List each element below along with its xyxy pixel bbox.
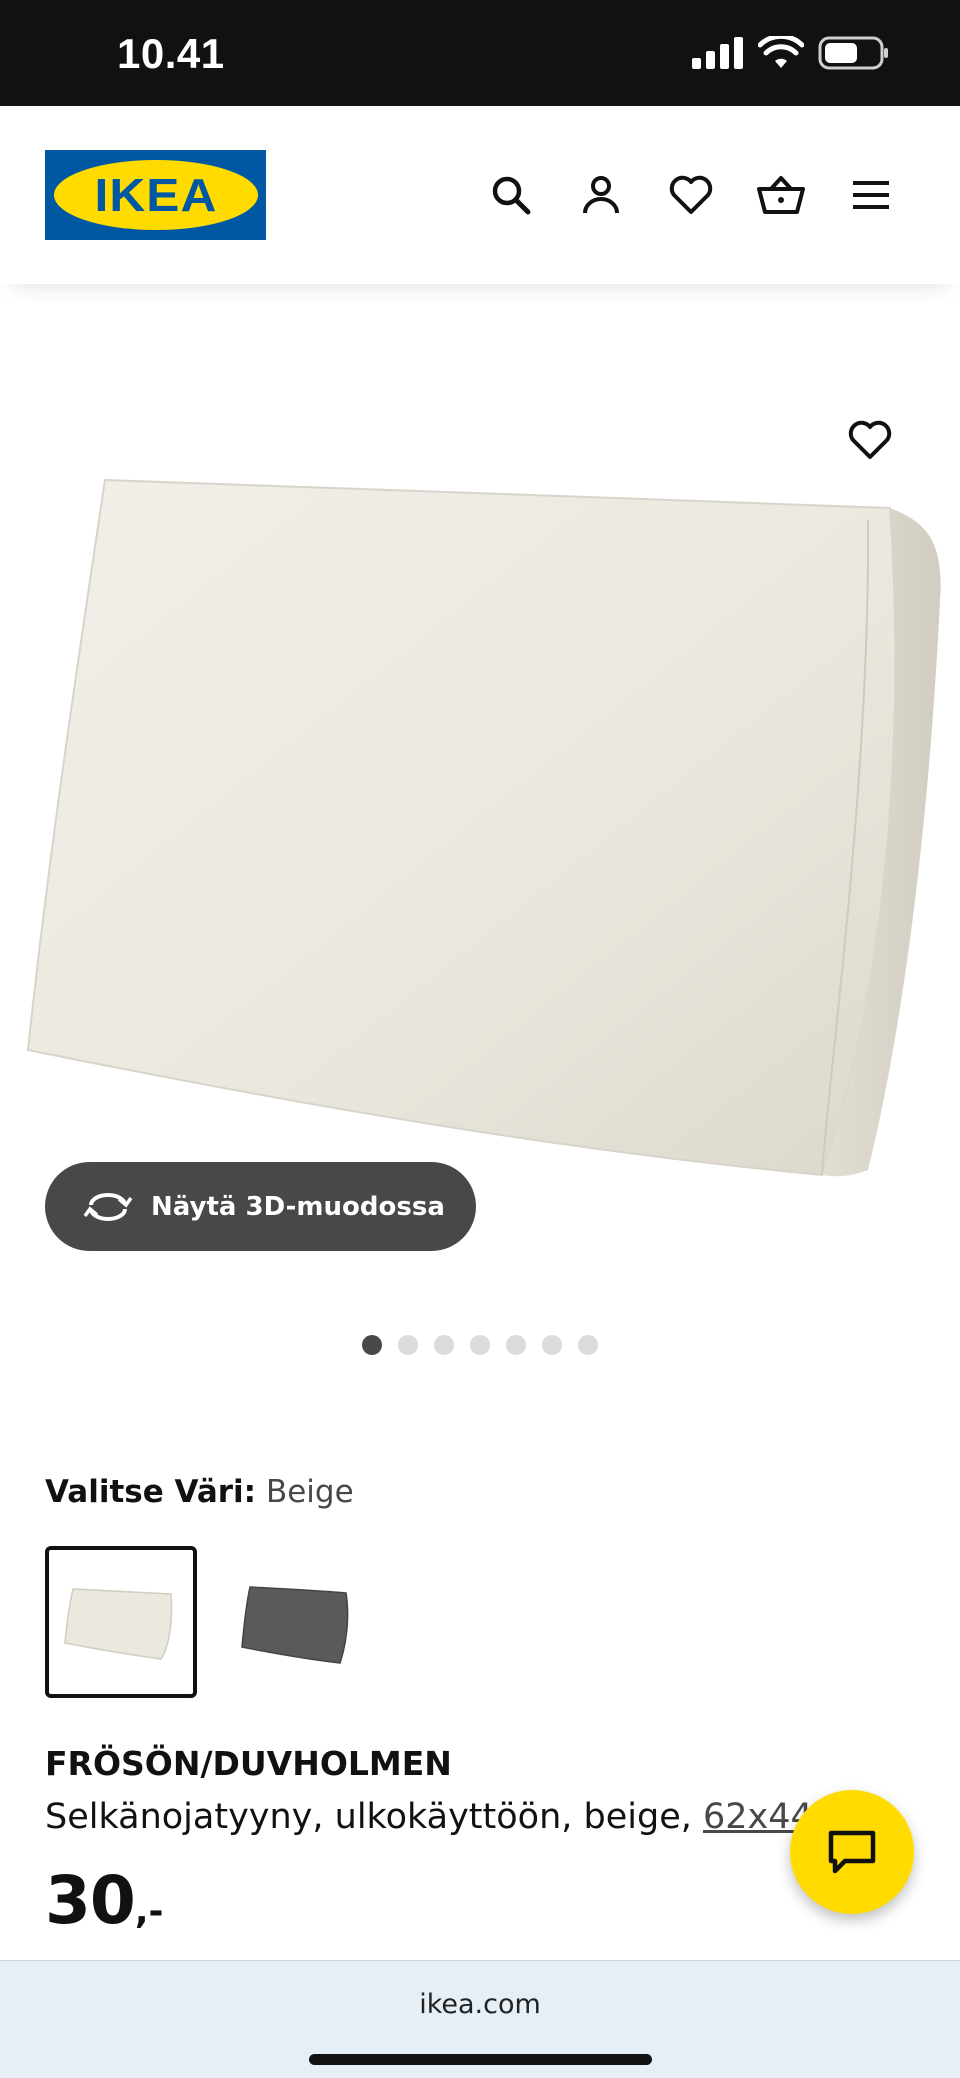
- image-carousel-dots: [362, 1335, 598, 1355]
- menu-icon[interactable]: [844, 168, 898, 222]
- wifi-icon: [758, 36, 804, 68]
- chat-icon: [828, 1830, 876, 1874]
- carousel-dot[interactable]: [578, 1335, 598, 1355]
- cellular-signal-icon: [692, 37, 743, 69]
- browser-address-bar: ikea.com: [0, 1960, 960, 2078]
- heart-icon[interactable]: [664, 168, 718, 222]
- user-icon[interactable]: [574, 168, 628, 222]
- basket-icon[interactable]: [754, 168, 808, 222]
- price-decimal: ,-: [134, 1891, 164, 1932]
- product-name: FRÖSÖN/DUVHOLMEN: [45, 1744, 452, 1783]
- color-swatch-beige[interactable]: [45, 1546, 197, 1698]
- carousel-dot[interactable]: [398, 1335, 418, 1355]
- carousel-dot[interactable]: [362, 1335, 382, 1355]
- view-3d-label: Näytä 3D-muodossa: [151, 1191, 445, 1222]
- ikea-logo[interactable]: IKEA: [45, 150, 266, 240]
- product-image[interactable]: [0, 360, 960, 1290]
- color-swatch-dark-grey[interactable]: [220, 1546, 372, 1698]
- product-description-text: Selkänojatyyny, ulkokäyttöön, beige,: [45, 1797, 692, 1837]
- color-label: Valitse Väri: Beige: [45, 1474, 354, 1510]
- add-to-favourites-button[interactable]: [842, 412, 898, 468]
- status-bar: 10.41: [0, 0, 960, 106]
- rotate-3d-icon: [83, 1192, 133, 1221]
- search-icon[interactable]: [484, 168, 538, 222]
- product-description: Selkänojatyyny, ulkokäyttöön, beige, 62x…: [45, 1797, 877, 1837]
- carousel-dot[interactable]: [506, 1335, 526, 1355]
- browser-url[interactable]: ikea.com: [0, 1989, 960, 2020]
- color-label-title: Valitse Väri:: [45, 1474, 257, 1510]
- logo-ellipse: IKEA: [53, 160, 258, 230]
- battery-icon: [818, 36, 888, 70]
- carousel-dot[interactable]: [434, 1335, 454, 1355]
- color-value: Beige: [265, 1474, 354, 1510]
- product-price: 30,-: [45, 1862, 163, 1939]
- status-time: 10.41: [117, 30, 225, 77]
- chat-button[interactable]: [790, 1790, 914, 1914]
- logo-text: IKEA: [93, 169, 218, 221]
- price-integer: 30: [45, 1862, 136, 1939]
- carousel-dot[interactable]: [542, 1335, 562, 1355]
- home-indicator: [309, 2054, 652, 2065]
- carousel-dot[interactable]: [470, 1335, 490, 1355]
- site-header: IKEA: [0, 106, 960, 284]
- view-3d-button[interactable]: Näytä 3D-muodossa: [45, 1162, 476, 1251]
- status-icons: [692, 36, 890, 70]
